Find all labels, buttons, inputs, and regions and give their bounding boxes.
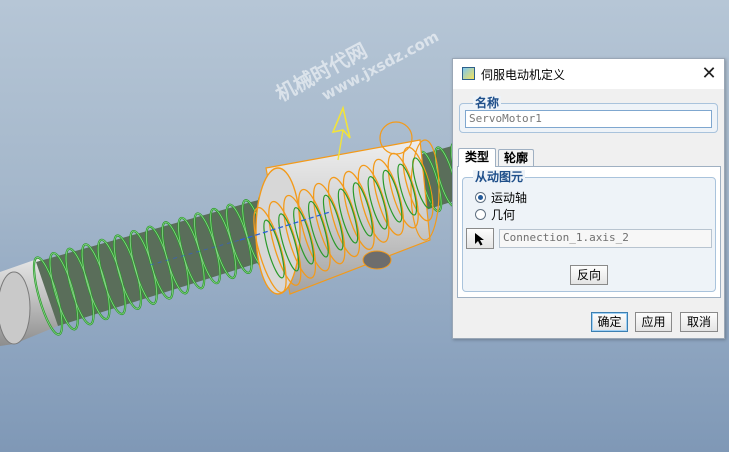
radio-motion-axis-label: 运动轴 — [491, 190, 528, 205]
name-group-label: 名称 — [473, 96, 502, 110]
radio-geometry[interactable]: 几何 — [475, 206, 515, 222]
ball-nut — [253, 139, 440, 295]
window-icon — [462, 67, 475, 80]
radio-geometry-label: 几何 — [491, 207, 516, 222]
radio-motion-axis[interactable]: 运动轴 — [475, 189, 527, 205]
flip-button[interactable]: 反向 — [570, 265, 608, 285]
tab-profile[interactable]: 轮廓 — [498, 149, 534, 167]
driven-entity-label: 从动图元 — [473, 170, 526, 184]
dialog-titlebar[interactable]: 伺服电动机定义 ✕ — [453, 59, 724, 89]
motor-name-field[interactable]: ServoMotor1 — [465, 110, 712, 128]
radio-indicator[interactable] — [475, 191, 486, 203]
apply-button[interactable]: 应用 — [635, 312, 672, 332]
reference-field[interactable]: Connection_1.axis_2 — [499, 229, 712, 248]
ok-button[interactable]: 确定 — [591, 312, 628, 332]
close-icon[interactable]: ✕ — [694, 59, 724, 89]
select-reference-button[interactable] — [466, 228, 494, 249]
servo-motor-dialog: 伺服电动机定义 ✕ 名称 ServoMotor1 类型 轮廓 从动图元 运动轴 … — [452, 58, 725, 339]
radio-indicator[interactable] — [475, 208, 486, 220]
dialog-title: 伺服电动机定义 — [481, 68, 566, 82]
arrow-cursor-icon — [475, 233, 484, 246]
tab-type[interactable]: 类型 — [458, 148, 496, 167]
cancel-button[interactable]: 取消 — [680, 312, 718, 332]
